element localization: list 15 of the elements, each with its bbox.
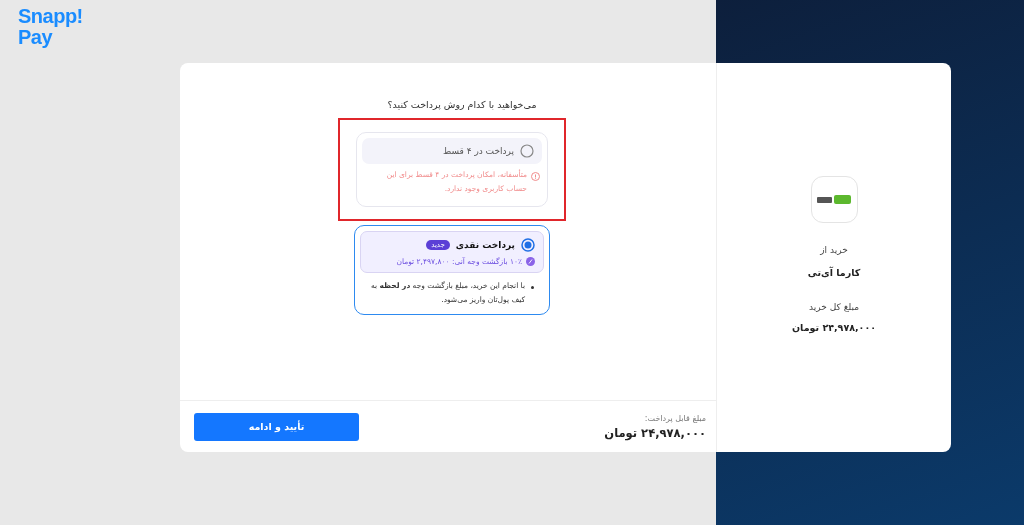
payable-amount: ۲۴,۹۷۸,۰۰۰ تومان	[604, 425, 706, 440]
info-icon	[531, 172, 540, 181]
question-text: می‌خواهید با کدام روش پرداخت کنید؟	[387, 99, 537, 110]
option-label: پرداخت در ۴ قسط	[442, 146, 514, 156]
snapp-pay-logo: Snapp! Pay	[18, 6, 83, 48]
confirm-button[interactable]: تأیید و ادامه	[194, 412, 359, 441]
total-amount: ۲۴,۹۷۸,۰۰۰ تومان	[792, 322, 876, 333]
total-label: مبلغ کل خرید	[809, 302, 859, 312]
merchant-name: کارما آی‌تی	[807, 267, 861, 278]
merchant-logo-icon	[817, 193, 851, 206]
option-label: پرداخت نقدی	[455, 239, 515, 250]
payable-label: مبلغ قابل پرداخت:	[643, 413, 706, 423]
purchase-from-label: خرید از	[820, 245, 848, 255]
bullet-icon	[531, 285, 534, 289]
radio-button[interactable]	[521, 237, 535, 252]
